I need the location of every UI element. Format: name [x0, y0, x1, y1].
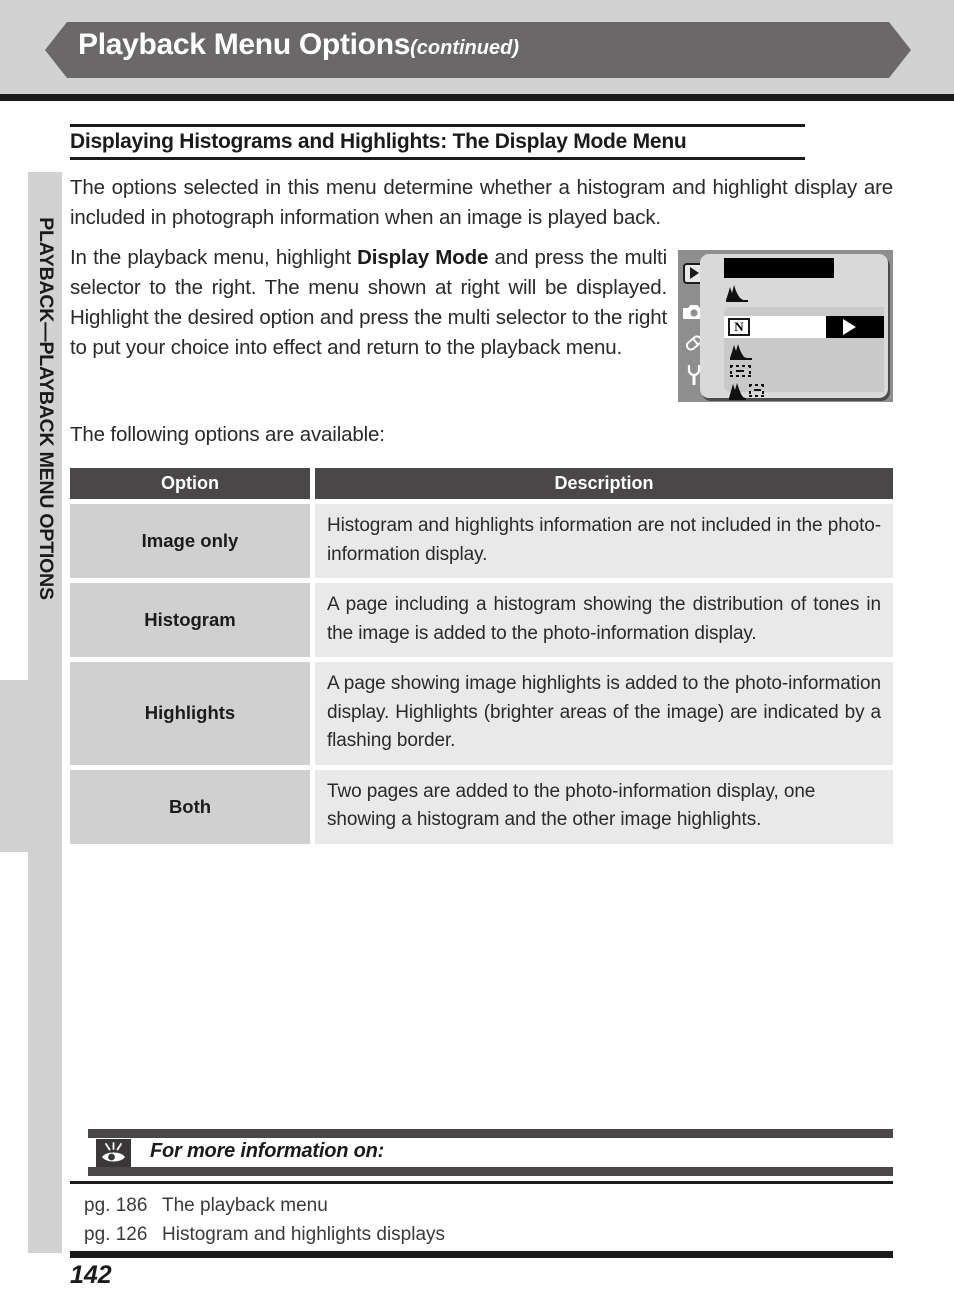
lcd-histogram-title-icon	[724, 282, 756, 302]
side-tab-marker	[0, 680, 62, 852]
table-row: Histogram A page including a histogram s…	[70, 583, 893, 657]
table-cell-description: A page including a histogram showing the…	[315, 583, 893, 657]
lcd-option-row-selected[interactable]: N	[724, 316, 884, 338]
header-continued-text: (continued)	[410, 37, 519, 59]
header-title-text: Playback Menu Options	[78, 28, 411, 61]
lcd-histogram-option-icon[interactable]	[728, 342, 762, 360]
table-cell-option: Both	[70, 769, 310, 844]
options-lead-in: The following options are available:	[70, 423, 385, 446]
eye-icon	[96, 1139, 131, 1168]
reference-text: The playback menu	[162, 1195, 328, 1216]
table-header-option: Option	[70, 468, 310, 499]
table-cell-description: Two pages are added to the photo-informa…	[315, 769, 893, 844]
camera-lcd-illustration: N	[678, 250, 893, 402]
list-item[interactable]: pg. 126 Histogram and highlights displays	[84, 1220, 784, 1249]
header-title: Playback Menu Options(continued)	[78, 28, 519, 62]
header-rule	[0, 94, 954, 101]
reference-text: Histogram and highlights displays	[162, 1224, 446, 1245]
list-item[interactable]: pg. 186 The playback menu	[84, 1191, 784, 1220]
table-cell-option: Histogram	[70, 583, 310, 657]
table-row: Both Two pages are added to the photo-in…	[70, 769, 893, 844]
table-cell-description: Histogram and highlights information are…	[315, 504, 893, 578]
display-mode-options-table: Option Description Image only Histogram …	[70, 468, 893, 844]
side-tab-label: PLAYBACK—PLAYBACK MENU OPTIONS	[28, 172, 62, 680]
footer-rule	[70, 1251, 893, 1258]
section-rule-top	[70, 124, 805, 127]
manual-page: Playback Menu Options(continued) PLAYBAC…	[0, 0, 954, 1314]
side-tab-lower	[28, 852, 62, 1253]
section-rule-bottom	[70, 157, 805, 160]
info-title: For more information on:	[150, 1140, 385, 1162]
page-number: 142	[70, 1261, 112, 1289]
info-bar-top	[88, 1129, 893, 1138]
lcd-highlights-option-icon[interactable]	[728, 363, 762, 381]
table-cell-option: Image only	[70, 504, 310, 578]
lcd-menu-sidebar	[678, 250, 706, 402]
display-mode-bold: Display Mode	[357, 246, 489, 269]
side-tab-label-text: PLAYBACK—PLAYBACK MENU OPTIONS	[34, 217, 57, 600]
reference-page: pg. 126	[84, 1224, 148, 1245]
lcd-image-only-icon: N	[728, 318, 750, 336]
table-row: Highlights A page showing image highligh…	[70, 662, 893, 765]
info-rule	[70, 1181, 893, 1184]
reference-page: pg. 186	[84, 1195, 148, 1216]
instruction-part1: In the playback menu, highlight	[70, 246, 358, 269]
info-bar-bottom	[88, 1167, 893, 1176]
section-heading: Displaying Histograms and Highlights: Th…	[70, 130, 687, 153]
table-header-description: Description	[315, 468, 893, 499]
table-cell-option: Highlights	[70, 662, 310, 765]
lcd-both-option-icon[interactable]	[728, 382, 774, 400]
intro-paragraph: The options selected in this menu determ…	[70, 176, 893, 229]
lcd-title-bar	[724, 258, 834, 278]
table-header-row: Option Description	[70, 468, 893, 499]
table-cell-description: A page showing image highlights is added…	[315, 662, 893, 765]
instruction-paragraph: In the playback menu, highlight Display …	[70, 243, 667, 363]
lcd-selection-arrow	[826, 316, 884, 338]
table-row: Image only Histogram and highlights info…	[70, 504, 893, 578]
info-reference-list: pg. 186 The playback menu pg. 126 Histogra…	[84, 1191, 784, 1249]
